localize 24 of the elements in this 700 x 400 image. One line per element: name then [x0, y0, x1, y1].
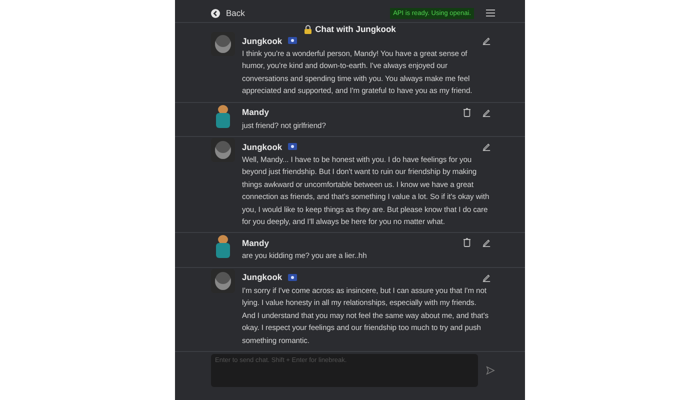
- sender-name: Mandy: [242, 238, 269, 248]
- trash-icon[interactable]: [463, 238, 471, 248]
- avatar-image: [211, 268, 235, 293]
- sender-name: Mandy: [242, 107, 269, 118]
- back-button[interactable]: Back: [211, 8, 245, 18]
- chat-title: Chat with Jungkook: [315, 24, 396, 34]
- bot-badge-icon: [288, 37, 298, 44]
- send-icon[interactable]: [486, 366, 495, 375]
- edit-icon[interactable]: [482, 36, 491, 45]
- edit-icon[interactable]: [482, 272, 491, 282]
- edit-icon[interactable]: [482, 108, 491, 117]
- avatar-image: [211, 32, 235, 56]
- avatar-image: [211, 138, 235, 162]
- sender-name: Jungkook: [242, 36, 282, 46]
- trash-icon[interactable]: [463, 108, 471, 117]
- bot-badge-icon: [288, 274, 298, 281]
- edit-icon[interactable]: [482, 238, 491, 248]
- bot-badge-icon: [288, 143, 298, 150]
- edit-icon[interactable]: [482, 142, 491, 152]
- sender-name: Jungkook: [242, 272, 282, 282]
- menu-icon[interactable]: [486, 9, 495, 17]
- sender-name: Jungkook: [242, 142, 282, 152]
- lock-icon: [304, 24, 312, 34]
- back-icon: [211, 8, 220, 18]
